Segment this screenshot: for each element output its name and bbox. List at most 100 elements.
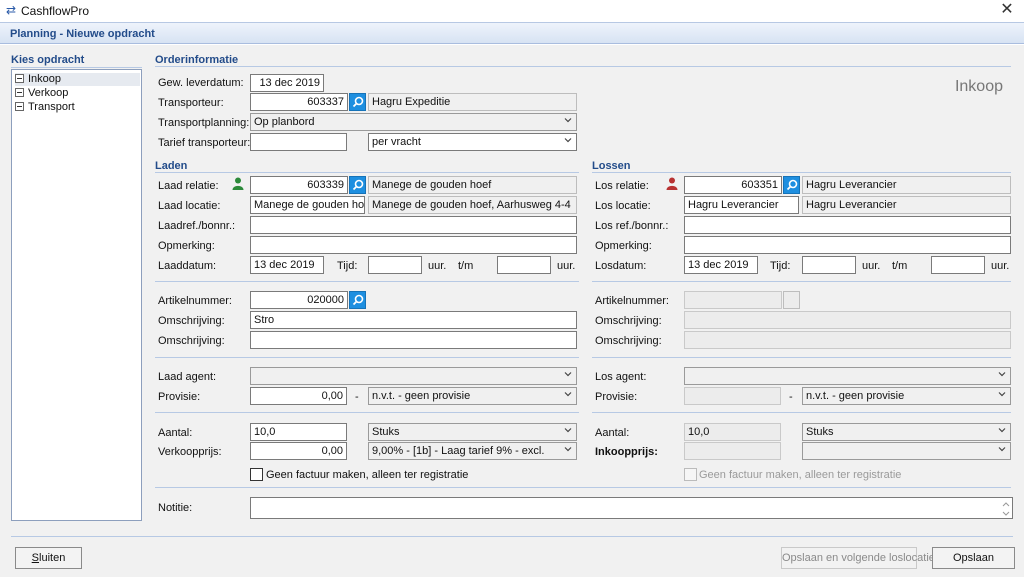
opslaan-button[interactable]: Opslaan (932, 547, 1015, 569)
los-btw-select[interactable] (802, 442, 1011, 460)
notitie-label: Notitie: (158, 502, 193, 514)
laad-locatie-label: Laad locatie: (158, 200, 221, 212)
eenheid-select[interactable]: Stuks (368, 423, 577, 441)
transporteur-label: Transporteur: (158, 97, 224, 109)
verkoopprijs-field[interactable]: 0,00 (250, 442, 347, 460)
transporteur-search-button[interactable] (349, 93, 366, 111)
order-type-tree: Inkoop Verkoop Transport (11, 69, 142, 521)
laad-tijd-to-field[interactable] (497, 256, 551, 274)
laad-agent-select[interactable] (250, 367, 577, 385)
los-provisie-field (684, 387, 781, 405)
laad-opmerking-label: Opmerking: (158, 240, 215, 252)
page-title: Planning - Nieuwe opdracht (10, 28, 155, 40)
geen-factuur-checkbox[interactable] (250, 468, 263, 481)
laad-opmerking-field[interactable] (250, 236, 577, 254)
los-eenheid-select[interactable]: Stuks (802, 423, 1011, 441)
divider (11, 536, 1013, 537)
divider (592, 357, 1011, 358)
transporteur-name-field: Hagru Expeditie (368, 93, 577, 111)
chevron-down-icon (564, 445, 572, 453)
search-icon (352, 294, 364, 306)
artikelnummer-field[interactable]: 020000 (250, 291, 348, 309)
laad-tijd-from-field[interactable] (368, 256, 422, 274)
title-bar: ⇄ CashflowPro ✕ (0, 0, 1024, 21)
tree-item-transport[interactable]: Transport (15, 101, 75, 114)
los-opmerking-field[interactable] (684, 236, 1011, 254)
leverdatum-label: Gew. leverdatum: (158, 77, 244, 89)
collapse-icon (15, 88, 24, 97)
artikel-search-button[interactable] (349, 291, 366, 309)
laad-tijd-label: Tijd: (337, 260, 358, 272)
divider (592, 281, 1011, 282)
los-uur-label: uur. (862, 260, 881, 272)
laad-provisie-type-select[interactable]: n.v.t. - geen provisie (368, 387, 577, 405)
opslaan-volgende-button[interactable]: Opslaan en volgende loslocatie (781, 547, 935, 569)
aantal-field[interactable]: 10,0 (250, 423, 347, 441)
los-provisie-type-select[interactable]: n.v.t. - geen provisie (802, 387, 1011, 405)
laad-agent-label: Laad agent: (158, 371, 217, 383)
scroll-arrows-icon[interactable] (1001, 499, 1011, 519)
los-relatie-label: Los relatie: (595, 180, 649, 192)
los-relatie-code-field[interactable]: 603351 (684, 176, 782, 194)
losref-field[interactable] (684, 216, 1011, 234)
laad-tm-label: t/m (458, 260, 474, 272)
los-tm-label: t/m (892, 260, 908, 272)
tree-item-inkoop[interactable]: Inkoop (15, 73, 140, 86)
close-button[interactable]: ✕ (990, 0, 1024, 21)
los-tijd-to-field[interactable] (931, 256, 985, 274)
person-icon (666, 177, 678, 190)
laadref-field[interactable] (250, 216, 577, 234)
chevron-down-icon (564, 390, 572, 398)
leverdatum-field[interactable]: 13 dec 2019 (250, 74, 324, 92)
divider (155, 66, 1011, 67)
losdatum-field[interactable]: 13 dec 2019 (684, 256, 758, 274)
laad-locatie-field[interactable]: Manege de gouden hoef (250, 196, 365, 214)
divider (11, 67, 142, 68)
verkoopprijs-label: Verkoopprijs: (158, 446, 222, 458)
los-agent-label: Los agent: (595, 371, 647, 383)
btw-select[interactable]: 9,00% - [1b] - Laag tarief 9% - excl. (368, 442, 577, 460)
laaddatum-field[interactable]: 13 dec 2019 (250, 256, 324, 274)
omschrijving2-field[interactable] (250, 331, 577, 349)
orderinformatie-title: Orderinformatie (155, 54, 239, 66)
los-locatie-address-field: Hagru Leverancier (802, 196, 1011, 214)
los-omschrijving2-field (684, 331, 1011, 349)
omschrijving-label: Omschrijving: (158, 315, 225, 327)
laad-relatie-name-field: Manege de gouden hoef (368, 176, 577, 194)
los-relatie-search-button[interactable] (783, 176, 800, 194)
chevron-down-icon (998, 390, 1006, 398)
tarief-label: Tarief transporteur: (158, 137, 251, 149)
los-artikelnummer-field (684, 291, 782, 309)
order-type-label: Inkoop (954, 78, 1003, 95)
kies-opdracht-title: Kies opdracht (11, 54, 85, 66)
los-tijd-label: Tijd: (770, 260, 791, 272)
los-locatie-field[interactable]: Hagru Leverancier (684, 196, 799, 214)
chevron-down-icon (998, 445, 1006, 453)
omschrijving-field[interactable]: Stro (250, 311, 577, 329)
laad-relatie-code-field[interactable]: 603339 (250, 176, 348, 194)
laad-provisie-field[interactable]: 0,00 (250, 387, 347, 405)
los-tijd-from-field[interactable] (802, 256, 856, 274)
provisie-dash: - (355, 391, 359, 403)
transportplanning-select[interactable]: Op planbord (250, 113, 577, 131)
transportplanning-label: Transportplanning: (158, 117, 250, 129)
search-icon (352, 179, 364, 191)
tree-item-verkoop[interactable]: Verkoop (15, 87, 68, 100)
losdatum-label: Losdatum: (595, 260, 647, 272)
provisie-dash-2: - (789, 391, 793, 403)
los-locatie-label: Los locatie: (595, 200, 651, 212)
los-agent-select[interactable] (684, 367, 1011, 385)
tarief-field[interactable] (250, 133, 347, 151)
losref-label: Los ref./bonnr.: (595, 220, 669, 232)
transporteur-code-field[interactable]: 603337 (250, 93, 348, 111)
sluiten-button[interactable]: Sluiten (15, 547, 82, 569)
divider (155, 357, 579, 358)
laden-title: Laden (155, 160, 188, 172)
los-geen-factuur-checkbox (684, 468, 697, 481)
tarief-type-select[interactable]: per vracht (368, 133, 577, 151)
laad-relatie-search-button[interactable] (349, 176, 366, 194)
notitie-field[interactable] (250, 497, 1013, 519)
laad-relatie-label: Laad relatie: (158, 180, 219, 192)
los-omschrijving-label: Omschrijving: (595, 315, 662, 327)
window: ⇄ CashflowPro ✕ Planning - Nieuwe opdrac… (0, 0, 1024, 577)
